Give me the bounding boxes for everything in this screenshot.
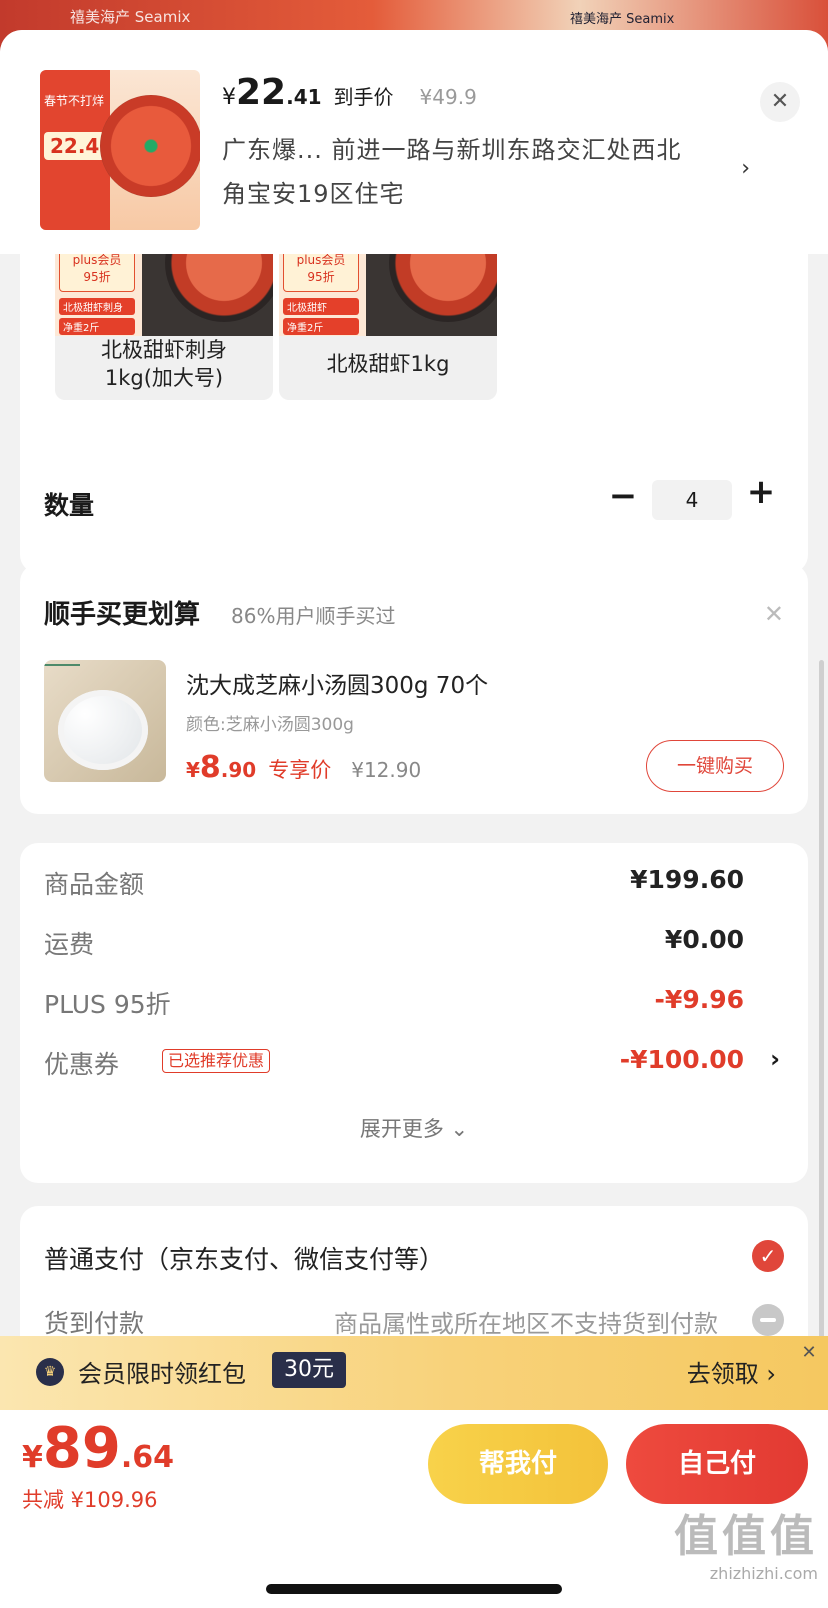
summary-label: 商品金额: [44, 870, 145, 899]
watermark: 值值值 zhizhizhi.com: [674, 1500, 818, 1583]
crown-icon: ♛: [36, 1358, 64, 1386]
original-price: ¥49.9: [419, 85, 477, 109]
price-summary-card: 商品金额 ¥199.60 运费 ¥0.00 PLUS 95折 -¥9.96 优惠…: [20, 843, 808, 1183]
sku-tag: 净重2斤: [59, 318, 135, 335]
promo-pill: plus会员 95折: [283, 248, 359, 292]
addon-subtitle: 86%用户顺手买过: [231, 604, 396, 628]
help-me-pay-button[interactable]: 帮我付: [428, 1424, 608, 1504]
addon-product-spec: 颜色:芝麻小汤圆300g: [186, 715, 354, 735]
product-thumbnail: 春节不打烊 22.4: [40, 70, 200, 230]
watermark-url: zhizhizhi.com: [709, 1564, 818, 1583]
vip-claim-link[interactable]: 去领取 ›: [687, 1354, 776, 1389]
sku-tags: 北极甜虾刺身 净重2斤: [59, 298, 135, 338]
quantity-input[interactable]: 4: [652, 480, 732, 520]
one-click-buy-button[interactable]: 一键购买: [646, 740, 784, 792]
coupon-row[interactable]: 优惠券 已选推荐优惠 -¥100.00 ›: [44, 1045, 784, 1085]
sku-label: 北极甜虾刺身 1kg(加大号): [101, 338, 227, 390]
summary-value: ¥199.60: [630, 865, 744, 894]
watermark-logo: 值值值: [674, 1511, 818, 1562]
shrimp-dish-image: [100, 95, 200, 197]
thumb-banner: 春节不打烊: [44, 94, 105, 108]
sku-tag: 北极甜虾刺身: [59, 298, 135, 315]
price-line: ¥ 22 .41 到手价 ¥49.9: [222, 72, 477, 113]
close-icon: ✕: [770, 89, 790, 114]
original-price: ¥12.90: [351, 758, 422, 782]
sku-label: 北极甜虾1kg: [326, 352, 450, 376]
chevron-right-icon[interactable]: ›: [741, 156, 750, 181]
close-button[interactable]: ✕: [760, 82, 800, 122]
price-integer: 89: [42, 1416, 121, 1481]
promo-pill: plus会员 95折: [59, 248, 135, 292]
currency-symbol: ¥: [22, 1440, 43, 1475]
sku-tag: 净重2斤: [283, 318, 359, 335]
shipping-address[interactable]: 广东爆... 前进一路与新圳东路交汇处西北角宝安19区住宅: [222, 128, 692, 216]
price-decimal: .41: [286, 85, 322, 109]
summary-row: 商品金额 ¥199.60: [44, 865, 784, 905]
price-label: 专享价: [268, 758, 332, 782]
summary-label: 优惠券: [44, 1050, 120, 1079]
summary-value: ¥0.00: [664, 925, 744, 954]
close-icon[interactable]: ✕: [796, 1340, 822, 1366]
expand-more-button[interactable]: 展开更多 ⌄: [20, 1113, 808, 1143]
summary-label: PLUS 95折: [44, 990, 171, 1019]
scrollbar[interactable]: [819, 660, 824, 1340]
price-decimal: .64: [120, 1440, 174, 1475]
total-price: ¥ 89 .64: [22, 1416, 174, 1481]
pay-myself-button[interactable]: 自己付: [626, 1424, 808, 1504]
product-badge: [44, 664, 80, 666]
close-icon[interactable]: ✕: [764, 600, 784, 628]
sku-tags: 北极甜虾 净重2斤: [283, 298, 359, 338]
vip-promo-text: 会员限时领红包: [78, 1360, 246, 1388]
vip-promo-bar[interactable]: ♛ 会员限时领红包 30元 去领取 › ✕: [0, 1336, 828, 1410]
currency-symbol: ¥: [186, 758, 200, 782]
quantity-increase-button[interactable]: +: [746, 472, 776, 512]
addon-title: 顺手买更划算: [44, 600, 201, 630]
total-discount: 共减 ¥109.96: [22, 1488, 158, 1512]
payment-option-cod: 货到付款: [44, 1309, 145, 1338]
summary-label: 运费: [44, 930, 95, 959]
summary-value: -¥9.96: [654, 985, 744, 1014]
tangyuan-bowl-image: [58, 690, 148, 770]
home-indicator[interactable]: [266, 1584, 562, 1594]
bottom-action-bar: ¥ 89 .64 共减 ¥109.96 帮我付 自己付 值值值 zhizhizh…: [0, 1410, 828, 1608]
product-header: 春节不打烊 22.4 ¥ 22 .41 到手价 ¥49.9 ✕ 广东爆... 前…: [0, 30, 828, 254]
price-decimal: .90: [220, 758, 257, 782]
price-integer: 8: [199, 750, 221, 785]
summary-row: 运费 ¥0.00: [44, 925, 784, 965]
quantity-decrease-button[interactable]: −: [608, 476, 638, 516]
currency-symbol: ¥: [222, 85, 236, 110]
chevron-right-icon[interactable]: ›: [770, 1045, 780, 1073]
summary-value: -¥100.00: [619, 1045, 744, 1074]
payment-option-normal[interactable]: 普通支付（京东支付、微信支付等）: [44, 1240, 444, 1276]
price-integer: 22: [236, 72, 287, 113]
brand-logo: 禧美海产 Seamix: [570, 12, 675, 27]
quantity-label: 数量: [44, 491, 95, 520]
addon-product-name: 沈大成芝麻小汤圆300g 70个: [186, 673, 489, 699]
coupon-badge: 已选推荐优惠: [162, 1049, 271, 1073]
disabled-icon: [752, 1304, 784, 1336]
cod-unavailable-note: 商品属性或所在地区不支持货到付款: [334, 1310, 718, 1338]
addon-product-image: [44, 660, 166, 782]
addon-price: ¥ 8 .90 专享价 ¥12.90: [186, 750, 421, 785]
brand-logo: 禧美海产 Seamix: [70, 8, 191, 26]
summary-row: PLUS 95折 -¥9.96: [44, 985, 784, 1025]
thumb-price: 22.4: [44, 132, 106, 160]
sku-tag: 北极甜虾: [283, 298, 359, 315]
addon-card: 顺手买更划算 86%用户顺手买过 ✕ 沈大成芝麻小汤圆300g 70个 颜色:芝…: [20, 564, 808, 814]
vip-promo-amount: 30元: [272, 1352, 346, 1388]
check-icon[interactable]: ✓: [752, 1240, 784, 1272]
price-label: 到手价: [333, 85, 394, 109]
